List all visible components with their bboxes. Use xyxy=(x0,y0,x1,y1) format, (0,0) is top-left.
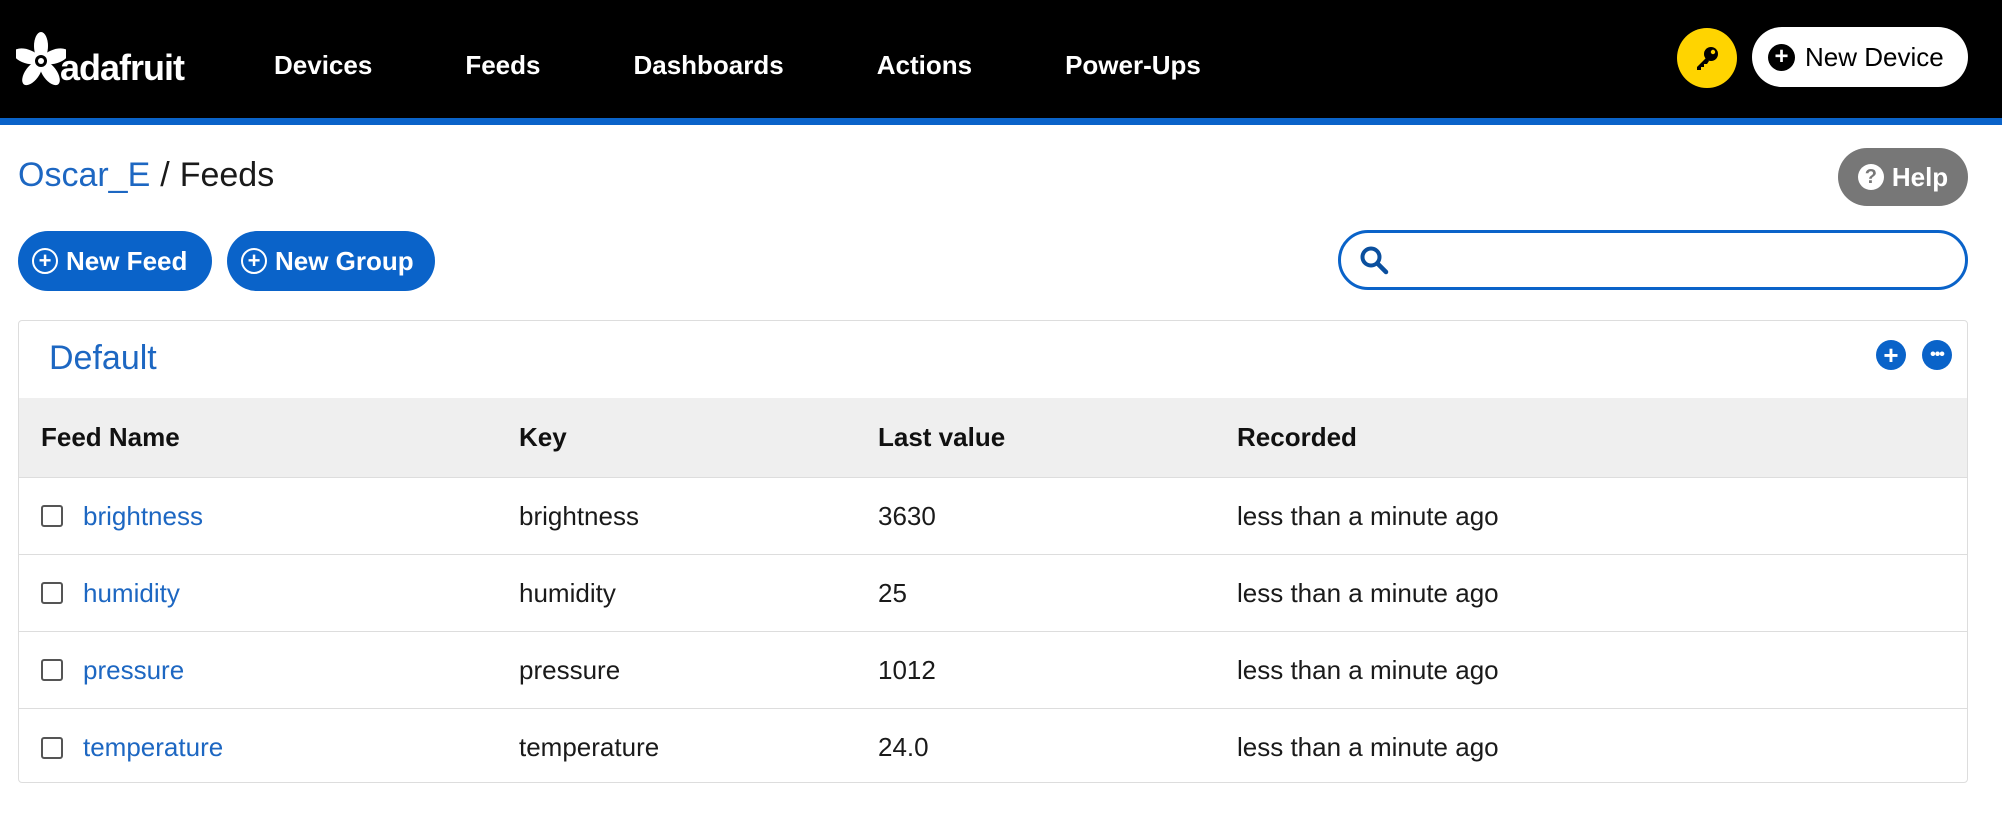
row-checkbox[interactable] xyxy=(41,736,63,759)
feed-last-value-cell: 1012 xyxy=(878,654,936,685)
plus-circle-icon: + xyxy=(241,248,267,274)
feed-name-cell: temperature xyxy=(19,732,519,763)
feed-last-value-cell: 25 xyxy=(878,577,907,608)
feed-link[interactable]: humidity xyxy=(83,578,180,609)
help-button[interactable]: ? Help xyxy=(1838,148,1968,206)
api-key-button[interactable] xyxy=(1677,28,1737,88)
new-group-label: New Group xyxy=(275,245,414,276)
feeds-table: Feed Name Key Last value Recorded bright… xyxy=(19,398,1967,786)
row-checkbox[interactable] xyxy=(41,659,63,681)
column-header-recorded[interactable]: Recorded xyxy=(1237,422,1837,453)
nav-dashboards[interactable]: Dashboards xyxy=(633,50,783,81)
feed-recorded-cell: less than a minute ago xyxy=(1237,500,1499,531)
new-device-label: New Device xyxy=(1805,41,1944,72)
new-feed-label: New Feed xyxy=(66,245,188,276)
search-icon xyxy=(1360,246,1389,275)
feed-last-value-cell: 24.0 xyxy=(878,732,929,762)
table-row: humidity humidity 25 less than a minute … xyxy=(19,555,1967,632)
breadcrumb-separator: / xyxy=(160,156,170,194)
feed-recorded-cell: less than a minute ago xyxy=(1237,577,1499,608)
table-header: Feed Name Key Last value Recorded xyxy=(19,398,1967,478)
feed-last-value-cell: 3630 xyxy=(878,500,936,531)
top-navbar: adafruit Devices Feeds Dashboards Action… xyxy=(0,0,2002,118)
row-checkbox[interactable] xyxy=(41,505,63,527)
feed-recorded-cell: less than a minute ago xyxy=(1237,654,1499,685)
search-input[interactable] xyxy=(1401,245,1941,275)
group-title[interactable]: Default xyxy=(49,339,157,378)
key-icon xyxy=(1697,47,1718,70)
column-header-last-value[interactable]: Last value xyxy=(878,422,1237,453)
new-feed-button[interactable]: + New Feed xyxy=(18,231,212,291)
question-circle-icon: ? xyxy=(1857,164,1884,190)
new-device-button[interactable]: + New Device xyxy=(1752,27,1968,87)
feed-recorded-cell: less than a minute ago xyxy=(1237,732,1499,762)
feed-group-panel: Default + ••• Feed Name Key Last value R… xyxy=(18,320,1968,783)
new-group-button[interactable]: + New Group xyxy=(227,231,435,291)
nav-feeds[interactable]: Feeds xyxy=(465,50,540,81)
search-box xyxy=(1338,230,1968,290)
feed-key-cell: temperature xyxy=(519,732,660,762)
help-label: Help xyxy=(1891,161,1949,192)
feed-name-cell: brightness xyxy=(19,501,519,532)
feed-key-cell: humidity xyxy=(519,577,616,608)
page-title: Feeds xyxy=(179,156,275,194)
column-header-feed-name[interactable]: Feed Name xyxy=(19,422,519,453)
table-row: pressure pressure 1012 less than a minut… xyxy=(19,632,1967,709)
navbar-accent-stripe xyxy=(0,118,2002,125)
adafruit-flower-icon xyxy=(16,32,66,86)
main-nav: Devices Feeds Dashboards Actions Power-U… xyxy=(274,50,1294,81)
breadcrumb-user-link[interactable]: Oscar_E xyxy=(18,156,150,195)
logo-wordmark: adafruit xyxy=(60,47,185,88)
adafruit-logo[interactable]: adafruit xyxy=(16,24,185,94)
column-header-key[interactable]: Key xyxy=(519,422,878,453)
add-feed-to-group-button[interactable]: + xyxy=(1876,340,1906,370)
table-row: temperature temperature 24.0 less than a… xyxy=(19,709,1967,786)
feed-name-cell: humidity xyxy=(19,578,519,609)
plus-circle-icon: + xyxy=(32,248,58,274)
breadcrumb: Oscar_E / Feeds xyxy=(18,156,274,195)
feed-link[interactable]: pressure xyxy=(83,655,184,686)
nav-power-ups[interactable]: Power-Ups xyxy=(1065,50,1201,81)
nav-actions[interactable]: Actions xyxy=(877,50,972,81)
plus-circle-icon: + xyxy=(1768,43,1795,71)
row-checkbox[interactable] xyxy=(41,582,63,604)
feed-name-cell: pressure xyxy=(19,655,519,686)
feed-link[interactable]: brightness xyxy=(83,501,203,532)
group-options-button[interactable]: ••• xyxy=(1922,340,1952,370)
nav-devices[interactable]: Devices xyxy=(274,50,372,81)
feed-key-cell: pressure xyxy=(519,654,621,685)
feed-link[interactable]: temperature xyxy=(83,732,223,763)
table-row: brightness brightness 3630 less than a m… xyxy=(19,478,1967,555)
feed-key-cell: brightness xyxy=(519,500,639,531)
